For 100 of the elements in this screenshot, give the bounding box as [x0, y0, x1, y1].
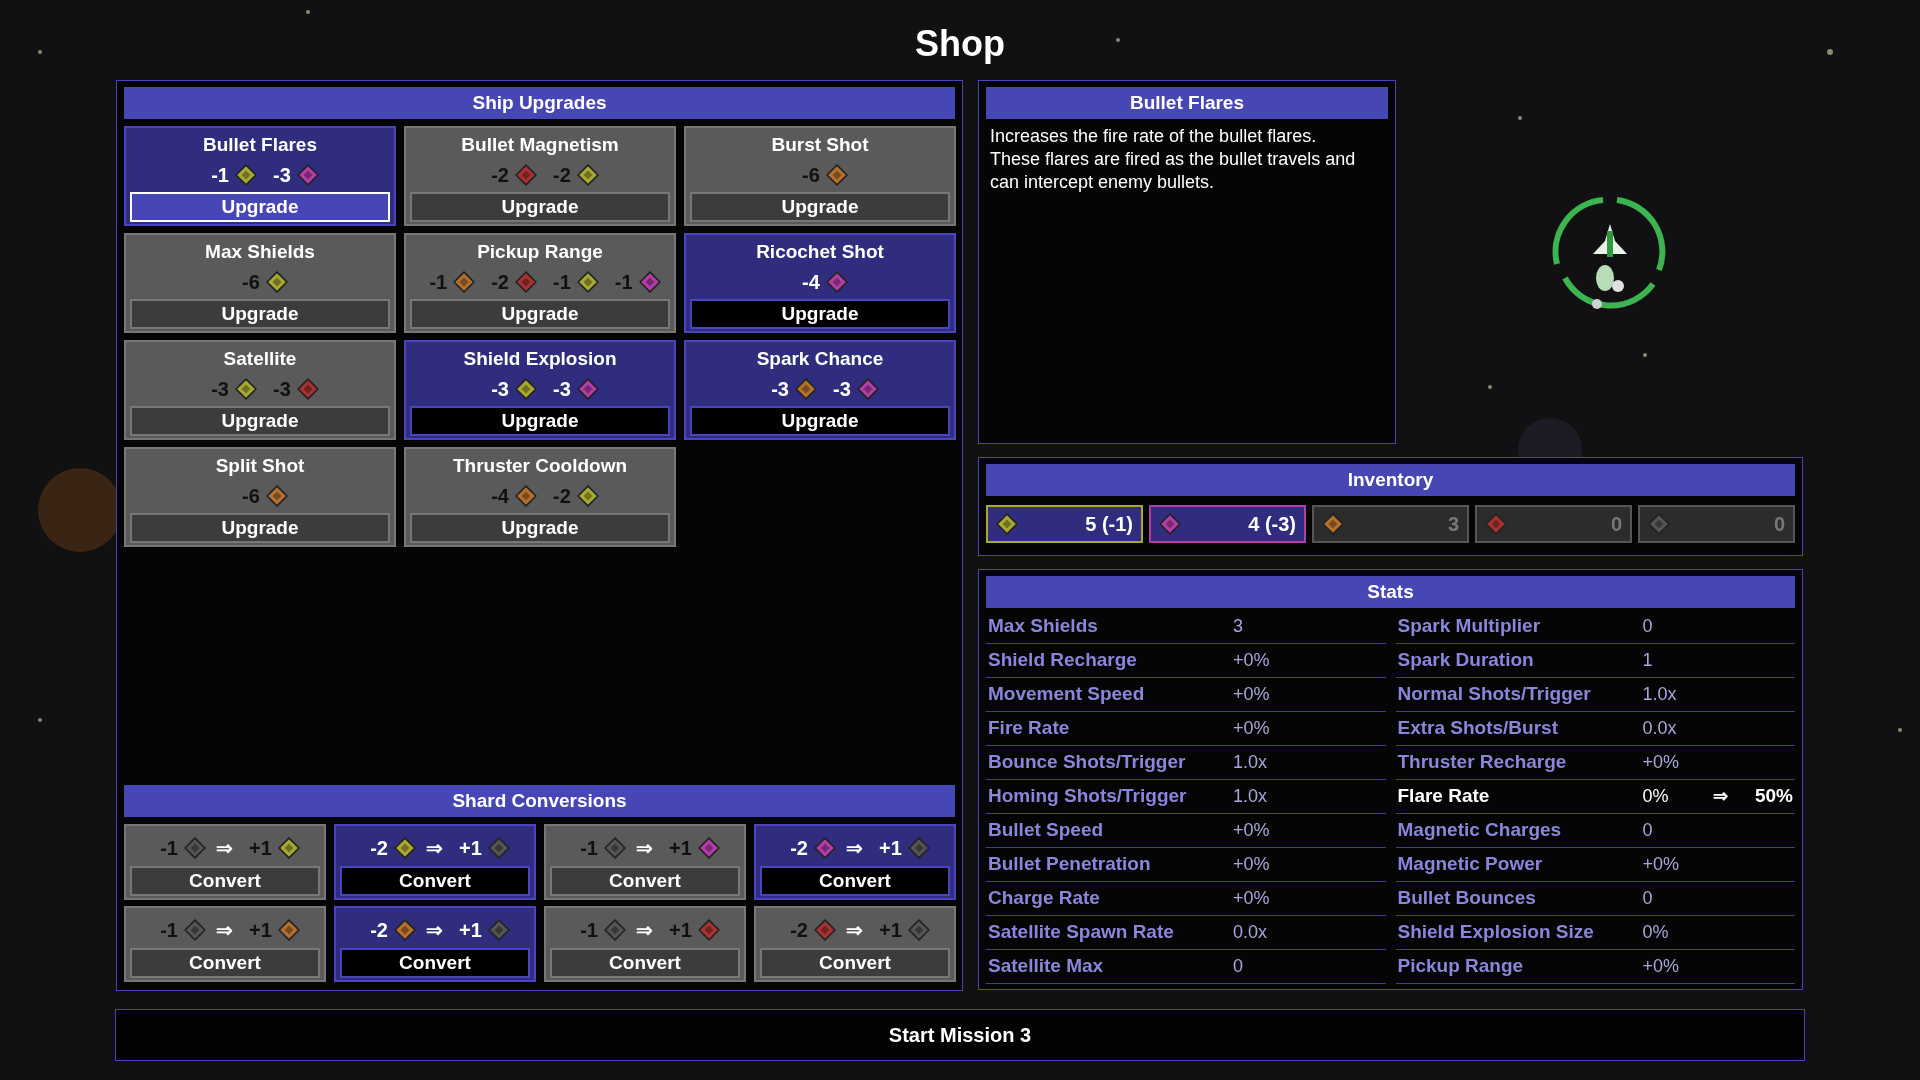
upgrade-card[interactable]: Bullet Flares -1 -3 Upgrade [124, 126, 396, 226]
cost-amount: -3 [273, 163, 291, 187]
stat-value: 1.0x [1233, 751, 1269, 774]
upgrade-card[interactable]: Satellite -3 -3 Upgrade [124, 340, 396, 440]
cost-amount: -3 [273, 377, 291, 401]
cost-amount: -2 [553, 163, 571, 187]
stat-value: 0 [1642, 615, 1654, 638]
stat-value: +0% [1233, 649, 1271, 672]
upgrade-card[interactable]: Spark Chance -3 -3 Upgrade [684, 340, 956, 440]
stat-value: +0% [1642, 853, 1681, 876]
upgrade-name: Burst Shot [770, 133, 870, 157]
upgrade-name: Thruster Cooldown [451, 454, 629, 478]
upgrade-name: Shield Explosion [462, 347, 618, 371]
stat-label: Pickup Range [1397, 954, 1525, 978]
gain-amount: +1 [249, 836, 272, 860]
stat-value: +0% [1642, 751, 1681, 774]
gain-amount: +1 [669, 918, 692, 942]
new-stat-value: 50% [1754, 784, 1793, 808]
gain-amount: +1 [459, 918, 482, 942]
convert-button[interactable]: Convert [130, 948, 320, 978]
convert-button[interactable]: Convert [340, 866, 530, 896]
stat-label: Charge Rate [988, 886, 1101, 910]
cost-amount: -6 [242, 484, 260, 508]
upgrade-name: Satellite [222, 347, 298, 371]
upgrade-card[interactable]: Ricochet Shot -4 Upgrade [684, 233, 956, 333]
upgrade-button[interactable]: Upgrade [130, 299, 390, 329]
upgrade-button[interactable]: Upgrade [690, 299, 950, 329]
upgrade-card[interactable]: Pickup Range -1 -2 -1 -1 Upgrade [404, 233, 676, 333]
upgrade-card[interactable]: Shield Explosion -3 -3 Upgrade [404, 340, 676, 440]
upgrade-card[interactable]: Burst Shot -6 Upgrade [684, 126, 956, 226]
stat-value: 1 [1642, 649, 1654, 672]
upgrade-card[interactable]: Split Shot -6 Upgrade [124, 447, 396, 547]
cost-amount: -2 [370, 836, 388, 860]
cost-amount: -3 [491, 377, 509, 401]
shop-title: Shop [915, 22, 1005, 66]
convert-button[interactable]: Convert [760, 948, 950, 978]
stat-value: +0% [1233, 887, 1271, 910]
arrow-icon: ⇒ [216, 918, 233, 942]
upgrade-card[interactable]: Max Shields -6 Upgrade [124, 233, 396, 333]
upgrade-button[interactable]: Upgrade [410, 299, 670, 329]
upgrade-button[interactable]: Upgrade [130, 513, 390, 543]
stat-value: +0% [1233, 683, 1271, 706]
cost-amount: -3 [833, 377, 851, 401]
upgrade-button[interactable]: Upgrade [130, 406, 390, 436]
stat-value: 0% [1642, 921, 1670, 944]
upgrade-card[interactable]: Thruster Cooldown -4 -2 Upgrade [404, 447, 676, 547]
cost-amount: -6 [242, 270, 260, 294]
gain-amount: +1 [459, 836, 482, 860]
convert-button[interactable]: Convert [760, 866, 950, 896]
cost-amount: -4 [802, 270, 820, 294]
cost-amount: -6 [802, 163, 820, 187]
stat-label: Normal Shots/Trigger [1397, 682, 1592, 706]
gain-amount: +1 [249, 918, 272, 942]
stat-label: Fire Rate [988, 716, 1071, 740]
arrow-icon: ⇒ [426, 918, 443, 942]
stat-label: Bounce Shots/Trigger [988, 750, 1187, 774]
stat-value: 0.0x [1233, 921, 1269, 944]
arrow-icon: ⇒ [846, 836, 863, 860]
panel-header: Shard Conversions [124, 785, 955, 817]
upgrade-button[interactable]: Upgrade [130, 192, 390, 222]
stat-label: Shield Explosion Size [1397, 920, 1595, 944]
upgrade-name: Ricochet Shot [755, 240, 885, 264]
start-mission-button[interactable]: Start Mission 3 [115, 1009, 1805, 1061]
upgrade-button[interactable]: Upgrade [690, 406, 950, 436]
stat-label: Spark Multiplier [1397, 614, 1542, 638]
cost-amount: -4 [491, 484, 509, 508]
stat-value: +0% [1233, 853, 1271, 876]
convert-button[interactable]: Convert [550, 948, 740, 978]
convert-button[interactable]: Convert [340, 948, 530, 978]
upgrade-name: Pickup Range [476, 240, 604, 264]
convert-button[interactable]: Convert [550, 866, 740, 896]
arrow-icon: ⇒ [636, 836, 653, 860]
cost-amount: -3 [211, 377, 229, 401]
stat-label: Max Shields [988, 614, 1099, 638]
stat-value: 1.0x [1233, 785, 1269, 808]
upgrade-card[interactable]: Bullet Magnetism -2 -2 Upgrade [404, 126, 676, 226]
stat-value: +0% [1233, 717, 1271, 740]
cost-amount: -2 [553, 484, 571, 508]
upgrade-name: Split Shot [214, 454, 306, 478]
panel-header: Inventory [986, 464, 1795, 496]
cost-amount: -2 [790, 918, 808, 942]
upgrade-button[interactable]: Upgrade [410, 192, 670, 222]
gain-amount: +1 [669, 836, 692, 860]
cost-amount: -2 [370, 918, 388, 942]
stat-label: Shield Recharge [988, 648, 1138, 672]
upgrade-button[interactable]: Upgrade [690, 192, 950, 222]
cost-amount: -1 [553, 270, 571, 294]
upgrade-button[interactable]: Upgrade [410, 513, 670, 543]
convert-button[interactable]: Convert [130, 866, 320, 896]
stat-value: 0.0x [1642, 717, 1678, 740]
stat-value: +0% [1233, 819, 1271, 842]
stat-value: 1.0x [1642, 683, 1678, 706]
panel-header: Bullet Flares [986, 87, 1388, 119]
stat-value: 0% [1642, 785, 1670, 808]
cost-amount: -3 [771, 377, 789, 401]
stat-label: Spark Duration [1397, 648, 1535, 672]
gain-amount: +1 [879, 918, 902, 942]
upgrade-button[interactable]: Upgrade [410, 406, 670, 436]
description-text: Increases the fire rate of the bullet flares. These flares are fired as the bullet travels and can intercept enemy bullets. [990, 125, 1357, 194]
cost-amount: -2 [491, 270, 509, 294]
